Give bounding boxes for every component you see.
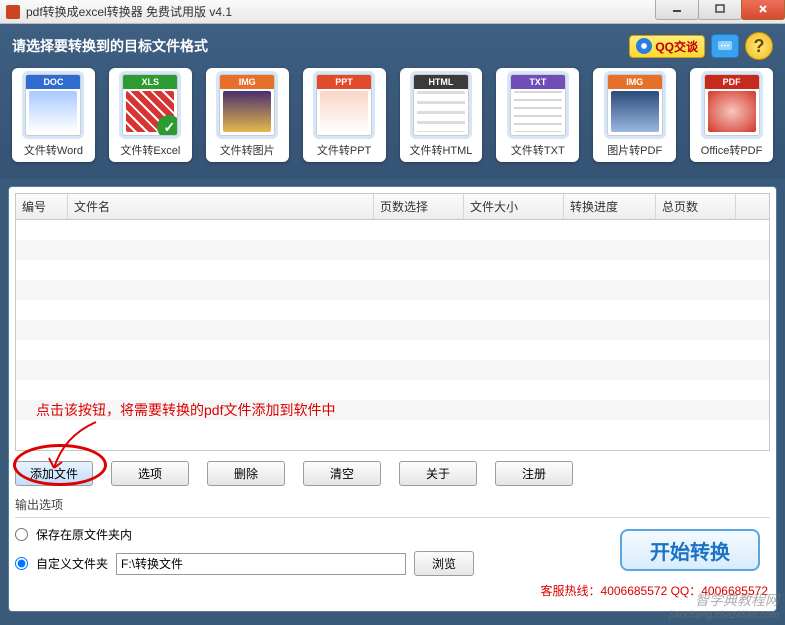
output-section-label: 输出选项 xyxy=(15,496,770,518)
message-button[interactable] xyxy=(711,34,739,58)
main-panel: 编号文件名页数选择文件大小转换进度总页数 点击该按钮，将需要转换的pdf文件添加… xyxy=(8,186,777,612)
tile-icon: IMG xyxy=(607,74,663,136)
help-button[interactable]: ? xyxy=(745,32,773,60)
tile-label: 文件转Excel xyxy=(120,142,180,158)
file-table: 编号文件名页数选择文件大小转换进度总页数 点击该按钮，将需要转换的pdf文件添加… xyxy=(15,193,770,451)
format-tile-7[interactable]: PDF Office转PDF xyxy=(690,68,773,162)
header-band: 请选择要转换到的目标文件格式 QQ交谈 ? DOC 文件转Word XLS ✓ … xyxy=(0,24,785,178)
browse-button[interactable]: 浏览 xyxy=(414,551,474,576)
col-prog[interactable]: 转换进度 xyxy=(564,194,656,219)
format-tile-1[interactable]: XLS ✓ 文件转Excel xyxy=(109,68,192,162)
about-button[interactable]: 关于 xyxy=(399,461,477,486)
custom-folder-radio[interactable] xyxy=(15,557,28,570)
tile-icon: PDF xyxy=(704,74,760,136)
col-name[interactable]: 文件名 xyxy=(68,194,374,219)
table-body: 点击该按钮，将需要转换的pdf文件添加到软件中 xyxy=(16,220,769,450)
title-bar: pdf转换成excel转换器 免费试用版 v4.1 xyxy=(0,0,785,24)
format-tile-row: DOC 文件转Word XLS ✓ 文件转Excel IMG 文件转图片 PPT… xyxy=(12,68,773,162)
tile-icon: PPT xyxy=(316,74,372,136)
format-tile-2[interactable]: IMG 文件转图片 xyxy=(206,68,289,162)
col-size[interactable]: 文件大小 xyxy=(464,194,564,219)
table-header: 编号文件名页数选择文件大小转换进度总页数 xyxy=(16,194,769,220)
tile-icon: TXT xyxy=(510,74,566,136)
col-pages[interactable]: 页数选择 xyxy=(374,194,464,219)
tile-label: 文件转图片 xyxy=(220,142,275,158)
format-tile-5[interactable]: TXT 文件转TXT xyxy=(496,68,579,162)
instruction-label: 请选择要转换到的目标文件格式 xyxy=(12,36,208,56)
col-total[interactable]: 总页数 xyxy=(656,194,736,219)
annotation-text: 点击该按钮，将需要转换的pdf文件添加到软件中 xyxy=(36,400,335,420)
delete-button[interactable]: 删除 xyxy=(207,461,285,486)
col-num[interactable]: 编号 xyxy=(16,194,68,219)
tile-label: 文件转HTML xyxy=(409,142,472,158)
custom-folder-label: 自定义文件夹 xyxy=(36,555,108,572)
tile-label: 文件转TXT xyxy=(511,142,565,158)
app-icon xyxy=(6,5,20,19)
tile-label: 图片转PDF xyxy=(607,142,662,158)
watermark: 智学典教程网 jiaocheng.chazidian.com xyxy=(669,590,779,621)
qq-label: QQ交谈 xyxy=(655,38,698,55)
minimize-button[interactable] xyxy=(655,0,699,20)
tile-label: 文件转PPT xyxy=(317,142,371,158)
tile-label: Office转PDF xyxy=(701,142,763,158)
tile-icon: XLS ✓ xyxy=(122,74,178,136)
register-button[interactable]: 注册 xyxy=(495,461,573,486)
close-button[interactable] xyxy=(741,0,785,20)
qq-icon xyxy=(636,38,652,54)
clear-button[interactable]: 清空 xyxy=(303,461,381,486)
tile-icon: HTML xyxy=(413,74,469,136)
save-same-label: 保存在原文件夹内 xyxy=(36,526,132,543)
maximize-button[interactable] xyxy=(698,0,742,20)
window-title: pdf转换成excel转换器 免费试用版 v4.1 xyxy=(26,3,232,20)
save-same-radio[interactable] xyxy=(15,528,28,541)
format-tile-0[interactable]: DOC 文件转Word xyxy=(12,68,95,162)
start-convert-button[interactable]: 开始转换 xyxy=(620,529,760,571)
tile-icon: DOC xyxy=(25,74,81,136)
options-button[interactable]: 选项 xyxy=(111,461,189,486)
format-tile-3[interactable]: PPT 文件转PPT xyxy=(303,68,386,162)
format-tile-4[interactable]: HTML 文件转HTML xyxy=(400,68,483,162)
add-file-button[interactable]: 添加文件 xyxy=(15,461,93,486)
tile-icon: IMG xyxy=(219,74,275,136)
action-button-row: 添加文件 选项 删除 清空 关于 注册 xyxy=(15,461,770,486)
output-path-input[interactable] xyxy=(116,553,406,575)
custom-folder-option[interactable]: 自定义文件夹 xyxy=(15,555,108,572)
tile-label: 文件转Word xyxy=(24,142,83,158)
format-tile-6[interactable]: IMG 图片转PDF xyxy=(593,68,676,162)
qq-chat-button[interactable]: QQ交谈 xyxy=(629,35,705,58)
